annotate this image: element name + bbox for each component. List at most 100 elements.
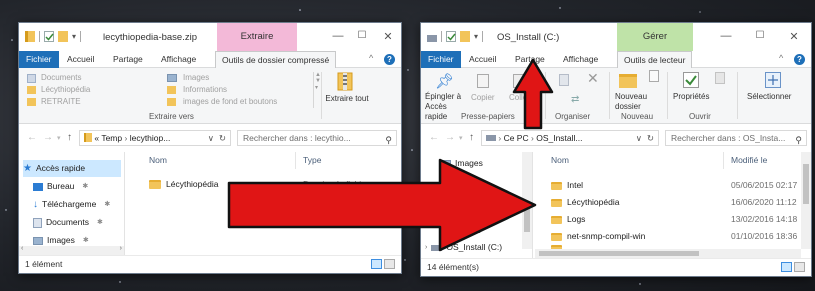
new-item-icon[interactable]: [649, 70, 659, 82]
column-header-type[interactable]: Type: [303, 155, 321, 165]
tab-fichier[interactable]: Fichier: [421, 51, 461, 68]
nav-os-install[interactable]: › OS_Install (C:): [425, 239, 502, 256]
tab-accueil[interactable]: Accueil: [61, 51, 100, 68]
large-icons-view-icon[interactable]: [384, 259, 395, 269]
properties-button[interactable]: Propriétés: [673, 92, 709, 102]
location-retraite[interactable]: RETRAITE: [41, 97, 81, 107]
location-informations[interactable]: Informations: [183, 85, 227, 95]
tab-accueil[interactable]: Accueil: [463, 51, 502, 68]
tab-affichage[interactable]: Affichage: [557, 51, 604, 68]
images-icon: [33, 236, 43, 245]
path-overflow[interactable]: «: [94, 133, 99, 143]
explorer-window-zip: ▾ lecythiopedia-base.zip Extraire — ☐ ✕ …: [18, 22, 402, 274]
recent-locations-icon[interactable]: ▾: [57, 134, 61, 142]
extract-all-button[interactable]: Extraire tout: [325, 94, 369, 104]
properties-check-icon[interactable]: [44, 31, 54, 42]
customize-quick-access-icon[interactable]: ▾: [72, 32, 76, 41]
nav-telechargements[interactable]: ↓ Téléchargeme ✱: [33, 196, 110, 213]
customize-quick-access-icon[interactable]: ▾: [474, 32, 478, 41]
group-label-organiser: Organiser: [555, 112, 591, 121]
file-row[interactable]: net-snmp-compil-win 01/10/2016 18:36: [535, 228, 811, 245]
collapse-ribbon-icon[interactable]: ^: [369, 53, 373, 63]
file-row[interactable]: Intel 05/06/2015 02:17: [535, 177, 811, 194]
forward-arrow-icon[interactable]: →: [43, 132, 53, 143]
rename-icon[interactable]: ⇄: [571, 94, 579, 105]
nav-bureau[interactable]: Bureau ✱: [33, 178, 88, 195]
column-header-name[interactable]: Nom: [149, 155, 167, 165]
drive-small-icon[interactable]: [427, 34, 437, 42]
copy-button[interactable]: Copier: [471, 93, 495, 103]
refresh-icon[interactable]: ↻: [647, 131, 654, 145]
open-icon[interactable]: [715, 72, 725, 84]
breadcrumb-lecythiop[interactable]: lecythiop...: [130, 133, 171, 143]
expand-chevron-icon[interactable]: ›: [425, 239, 427, 256]
up-arrow-icon[interactable]: ↑: [469, 132, 474, 143]
tab-outils-de-lecteur[interactable]: Outils de lecteur: [617, 51, 693, 69]
location-images-fond-boutons[interactable]: images de fond et boutons: [183, 97, 277, 107]
new-folder-small-icon[interactable]: [460, 31, 470, 42]
collapse-ribbon-icon[interactable]: ^: [779, 53, 783, 63]
minimize-icon[interactable]: —: [717, 30, 735, 42]
location-documents[interactable]: Documents: [41, 73, 81, 83]
help-icon[interactable]: ?: [794, 54, 805, 65]
nav-horizontal-scrollbar[interactable]: ‹ ›: [19, 245, 124, 255]
gallery-scroll[interactable]: ▲ ▼ ▾: [313, 72, 321, 108]
maximize-icon[interactable]: ☐: [353, 30, 371, 41]
large-icons-view-icon[interactable]: [794, 262, 805, 272]
delete-icon[interactable]: ✕: [587, 70, 599, 87]
minimize-icon[interactable]: —: [329, 30, 347, 42]
search-input[interactable]: Rechercher dans : lecythio... ⚲: [237, 130, 397, 146]
maximize-icon[interactable]: ☐: [751, 30, 769, 41]
extract-all-icon: [337, 72, 353, 91]
file-row[interactable]: Lécythiopédia Dossier de fichiers: [127, 176, 401, 193]
file-row[interactable]: Lécythiopédia 16/06/2020 11:12: [535, 194, 811, 211]
breadcrumb-ce-pc[interactable]: Ce PC: [504, 133, 529, 143]
address-dropdown-icon[interactable]: ∨: [208, 131, 214, 145]
nav-vertical-scrollbar[interactable]: [522, 152, 532, 249]
column-header-modified[interactable]: Modifié le: [731, 155, 767, 165]
recent-locations-icon[interactable]: ▾: [459, 134, 463, 142]
paste-button[interactable]: Coller: [509, 93, 530, 103]
select-button[interactable]: Sélectionner: [747, 92, 791, 102]
nav-documents[interactable]: Documents ✱: [33, 214, 103, 231]
content-vertical-scrollbar[interactable]: [801, 152, 811, 249]
properties-check-icon[interactable]: [446, 31, 456, 42]
address-path[interactable]: › Ce PC › OS_Install... ∨ ↻: [481, 130, 659, 146]
new-folder-button[interactable]: Nouveau dossier: [615, 92, 655, 112]
refresh-icon[interactable]: ↻: [219, 131, 226, 145]
nav-acces-rapide[interactable]: ★ Accès rapide: [23, 160, 121, 177]
file-name: Lécythiopédia: [166, 179, 219, 189]
search-input[interactable]: Rechercher dans : OS_Insta... ⚲: [665, 130, 807, 146]
nav-telechargements[interactable]: ↓ Téléchargements: [441, 199, 516, 216]
tab-fichier[interactable]: Fichier: [19, 51, 59, 68]
tab-outils-dossier-compresse[interactable]: Outils de dossier compressé: [215, 51, 337, 69]
tab-affichage[interactable]: Affichage: [155, 51, 202, 68]
folder-small-icon[interactable]: [25, 31, 35, 42]
close-icon[interactable]: ✕: [785, 30, 803, 43]
back-arrow-icon[interactable]: ←: [429, 132, 439, 143]
details-view-icon[interactable]: [371, 259, 382, 269]
nav-musique[interactable]: ♪ Musique: [441, 172, 482, 189]
up-arrow-icon[interactable]: ↑: [67, 132, 72, 143]
tab-partage[interactable]: Partage: [107, 51, 149, 68]
column-header-name[interactable]: Nom: [551, 155, 569, 165]
nav-videos[interactable]: Vidéos: [441, 222, 481, 239]
help-icon[interactable]: ?: [384, 54, 395, 65]
content-horizontal-scrollbar[interactable]: [535, 249, 801, 258]
location-images[interactable]: Images: [183, 73, 209, 83]
address-path[interactable]: « Temp › lecythiop... ∨ ↻: [79, 130, 231, 146]
address-dropdown-icon[interactable]: ∨: [636, 131, 642, 145]
forward-arrow-icon[interactable]: →: [445, 132, 455, 143]
tab-partage[interactable]: Partage: [509, 51, 551, 68]
close-icon[interactable]: ✕: [379, 30, 397, 43]
new-folder-small-icon[interactable]: [58, 31, 68, 42]
title-bar: ▾ lecythiopedia-base.zip Extraire — ☐ ✕: [19, 23, 401, 51]
back-arrow-icon[interactable]: ←: [27, 132, 37, 143]
file-date: 01/10/2016 18:36: [731, 231, 798, 241]
breadcrumb-os-install[interactable]: OS_Install...: [536, 133, 582, 143]
file-row[interactable]: Logs 13/02/2016 14:18: [535, 211, 811, 228]
location-lecythiopedia[interactable]: Lécythiopédia: [41, 85, 90, 95]
breadcrumb-temp[interactable]: Temp: [101, 133, 122, 143]
nav-images[interactable]: Images: [441, 155, 483, 172]
details-view-icon[interactable]: [781, 262, 792, 272]
